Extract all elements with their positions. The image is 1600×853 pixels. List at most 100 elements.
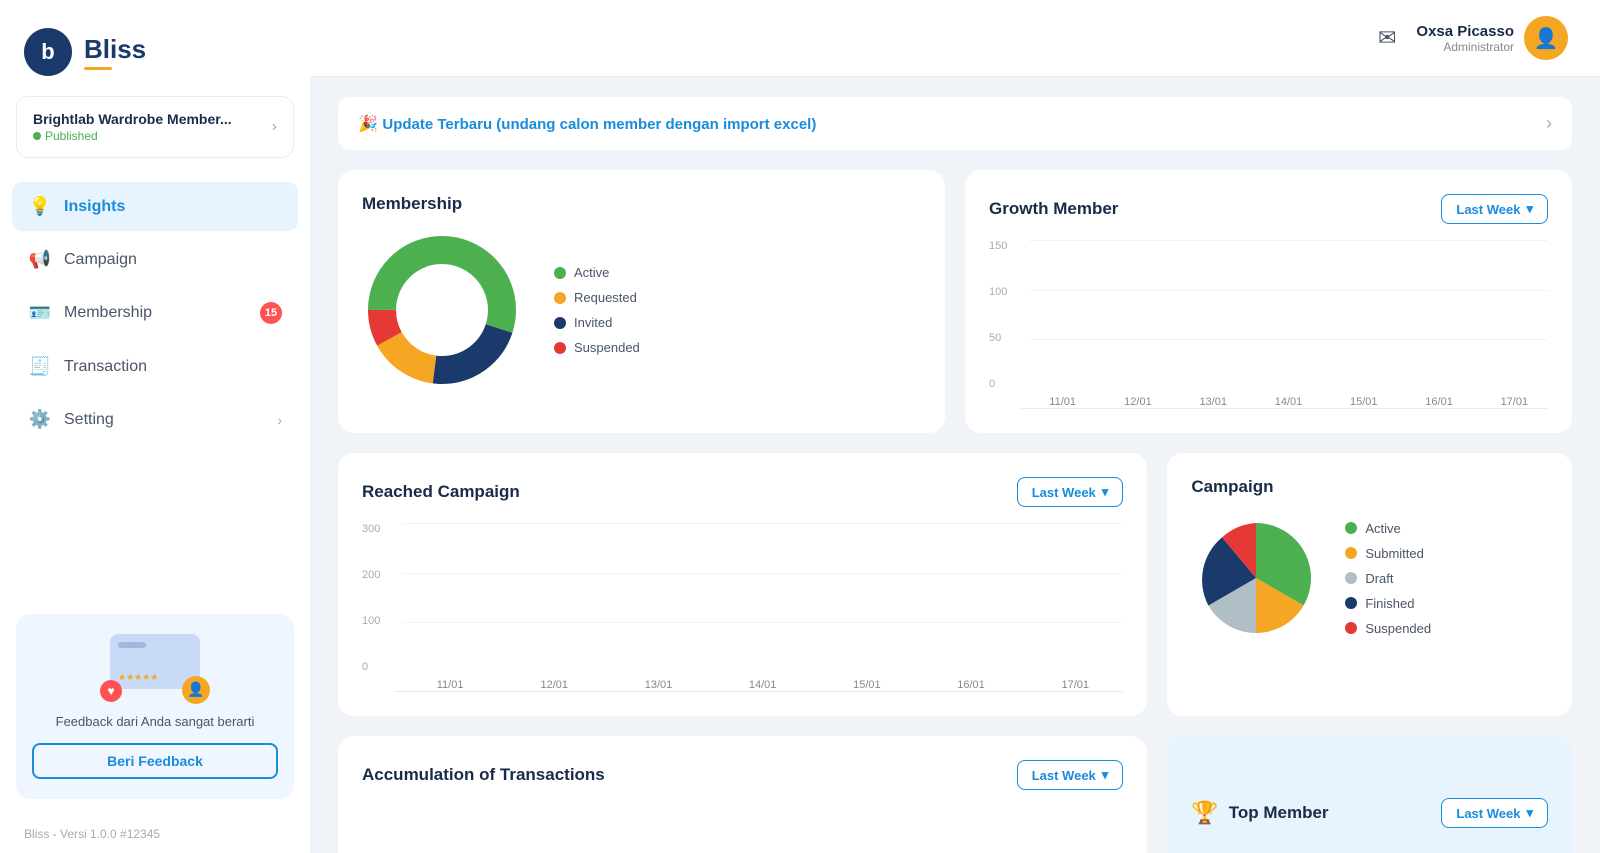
- logo-name: Bliss: [84, 34, 146, 70]
- sidebar-item-transaction[interactable]: 🧾 Transaction: [12, 342, 298, 391]
- campaign-dot-draft: [1345, 572, 1357, 584]
- reached-card-header: Reached Campaign Last Week ▾: [362, 477, 1123, 507]
- campaign-legend-submitted: Submitted: [1345, 546, 1431, 561]
- nav-label-transaction: Transaction: [64, 358, 147, 376]
- campaign-dot-suspended: [1345, 622, 1357, 634]
- reached-campaign-card: Reached Campaign Last Week ▾ 300 200 100…: [338, 453, 1147, 716]
- sidebar-item-insights[interactable]: 💡 Insights: [12, 182, 298, 231]
- banner-chevron-icon: ›: [1546, 113, 1552, 134]
- sidebar-item-campaign[interactable]: 📢 Campaign: [12, 235, 298, 284]
- chevron-down-icon-reached: ▾: [1102, 484, 1109, 500]
- growth-bar-chart: 150 100 50 0: [989, 240, 1548, 409]
- reached-bar-chart: 300 200 100 0: [362, 523, 1123, 692]
- campaign-legend-suspended: Suspended: [1345, 621, 1431, 636]
- logo-icon: b: [24, 28, 72, 76]
- accumulation-card-title: Accumulation of Transactions: [362, 765, 605, 785]
- membership-card: Membership: [338, 170, 945, 433]
- accumulation-card: Accumulation of Transactions Last Week ▾: [338, 736, 1147, 853]
- campaign-legend: Active Submitted Draft Finished: [1345, 521, 1431, 636]
- user-details: Oxsa Picasso Administrator: [1416, 23, 1514, 54]
- update-banner[interactable]: 🎉 Update Terbaru (undang calon member de…: [338, 97, 1572, 150]
- page-content: 🎉 Update Terbaru (undang calon member de…: [310, 77, 1600, 853]
- sidebar-item-setting[interactable]: ⚙️ Setting ›: [12, 395, 298, 444]
- growth-card-title: Growth Member: [989, 199, 1118, 219]
- campaign-card: Campaign: [1167, 453, 1572, 716]
- banner-content: 🎉 Update Terbaru (undang calon member de…: [358, 114, 816, 134]
- accumulation-placeholder: [362, 806, 1123, 853]
- main-content: ✉ Oxsa Picasso Administrator 👤 🎉 Update …: [310, 0, 1600, 853]
- legend-active: Active: [554, 265, 640, 280]
- legend-dot-invited: [554, 317, 566, 329]
- legend-invited: Invited: [554, 315, 640, 330]
- banner-emoji: 🎉: [358, 116, 382, 133]
- setting-chevron-icon: ›: [277, 412, 282, 428]
- y-axis-growth: 150 100 50 0: [989, 240, 1007, 390]
- campaign-pie-chart: [1191, 513, 1321, 643]
- growth-x-labels: 11/01 12/01 13/01 14/01 15/01 16/01 17/0…: [1029, 396, 1548, 408]
- growth-dropdown[interactable]: Last Week ▾: [1441, 194, 1548, 224]
- row-1: Membership: [338, 170, 1572, 433]
- growth-bars: [1029, 240, 1548, 390]
- sidebar-item-membership[interactable]: 🪪 Membership 15: [12, 288, 298, 338]
- growth-member-card: Growth Member Last Week ▾ 150 100 50 0: [965, 170, 1572, 433]
- sidebar-logo: b Bliss: [0, 0, 310, 96]
- y-axis-reached: 300 200 100 0: [362, 523, 380, 673]
- top-member-title: 🏆 Top Member: [1191, 800, 1328, 826]
- status-dot: [33, 132, 41, 140]
- row-3: Accumulation of Transactions Last Week ▾…: [338, 736, 1572, 853]
- promo-text: Feedback dari Anda sangat berarti: [32, 712, 278, 732]
- user-avatar[interactable]: 👤: [1524, 16, 1568, 60]
- chevron-down-icon: ▾: [1526, 201, 1533, 217]
- nav-label-setting: Setting: [64, 411, 114, 429]
- row-2: Reached Campaign Last Week ▾ 300 200 100…: [338, 453, 1572, 716]
- sidebar-org-selector[interactable]: Brightlab Wardrobe Member... Published ›: [16, 96, 294, 158]
- nav-label-membership: Membership: [64, 304, 152, 322]
- top-member-dropdown[interactable]: Last Week ▾: [1441, 798, 1548, 828]
- user-name: Oxsa Picasso: [1416, 23, 1514, 40]
- nav-label-insights: Insights: [64, 198, 125, 216]
- accumulation-dropdown[interactable]: Last Week ▾: [1017, 760, 1124, 790]
- trophy-icon: 🏆: [1191, 800, 1218, 826]
- transaction-icon: 🧾: [28, 356, 52, 377]
- reached-bars: [402, 523, 1123, 673]
- user-role: Administrator: [1416, 40, 1514, 54]
- legend-dot-requested: [554, 292, 566, 304]
- reached-card-title: Reached Campaign: [362, 482, 520, 502]
- insights-icon: 💡: [28, 196, 52, 217]
- sidebar-promo-section: ★★★★★ ♥ 👤 Feedback dari Anda sangat bera…: [16, 614, 294, 800]
- feedback-button[interactable]: Beri Feedback: [32, 743, 278, 779]
- legend-requested: Requested: [554, 290, 640, 305]
- reached-dropdown[interactable]: Last Week ▾: [1017, 477, 1124, 507]
- legend-suspended: Suspended: [554, 340, 640, 355]
- sidebar-version: Bliss - Versi 1.0.0 #12345: [0, 815, 310, 853]
- pie-container: Active Submitted Draft Finished: [1191, 513, 1548, 643]
- donut-chart: [362, 230, 522, 390]
- campaign-dot-finished: [1345, 597, 1357, 609]
- membership-card-title: Membership: [362, 194, 921, 214]
- org-status: Published: [33, 129, 232, 143]
- sidebar: b Bliss Brightlab Wardrobe Member... Pub…: [0, 0, 310, 853]
- campaign-dot-submitted: [1345, 547, 1357, 559]
- legend-dot-suspended: [554, 342, 566, 354]
- header: ✉ Oxsa Picasso Administrator 👤: [310, 0, 1600, 77]
- org-name: Brightlab Wardrobe Member...: [33, 111, 232, 127]
- campaign-legend-draft: Draft: [1345, 571, 1431, 586]
- promo-graphic: ★★★★★ ♥ 👤: [32, 634, 278, 704]
- donut-container: Active Requested Invited Suspended: [362, 230, 921, 390]
- membership-badge: 15: [260, 302, 282, 324]
- mail-icon[interactable]: ✉: [1378, 25, 1396, 51]
- legend-dot-active: [554, 267, 566, 279]
- top-member-card: 🏆 Top Member Last Week ▾: [1167, 736, 1572, 853]
- nav-label-campaign: Campaign: [64, 251, 137, 269]
- sidebar-org-info: Brightlab Wardrobe Member... Published: [33, 111, 232, 143]
- membership-legend: Active Requested Invited Suspended: [554, 265, 640, 355]
- accumulation-card-header: Accumulation of Transactions Last Week ▾: [362, 760, 1123, 790]
- campaign-icon: 📢: [28, 249, 52, 270]
- campaign-card-title: Campaign: [1191, 477, 1548, 497]
- campaign-legend-active: Active: [1345, 521, 1431, 536]
- sidebar-nav: 💡 Insights 📢 Campaign 🪪 Membership 15 🧾 …: [0, 174, 310, 598]
- user-info: Oxsa Picasso Administrator 👤: [1416, 16, 1568, 60]
- campaign-legend-finished: Finished: [1345, 596, 1431, 611]
- campaign-dot-active: [1345, 522, 1357, 534]
- org-chevron-icon: ›: [272, 118, 277, 136]
